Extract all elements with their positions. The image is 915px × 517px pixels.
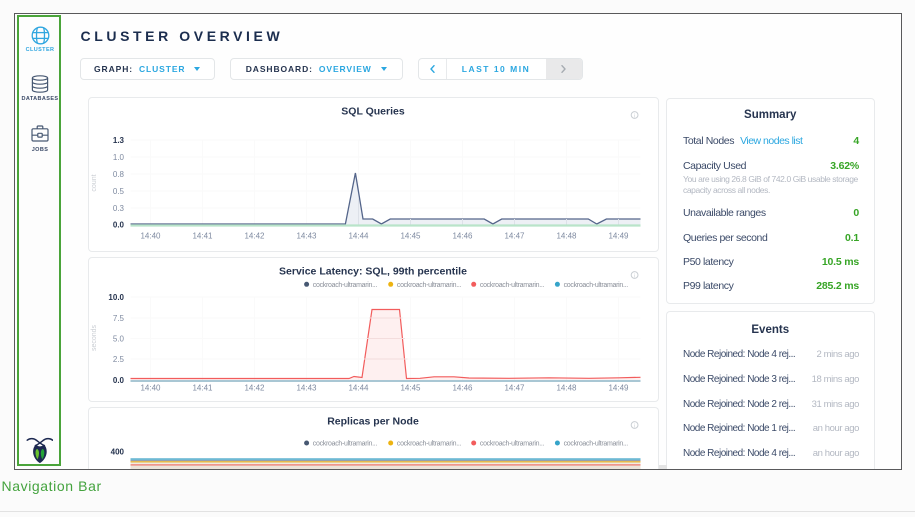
svg-text:14:45: 14:45 [400, 231, 421, 240]
svg-text:14:42: 14:42 [244, 383, 265, 392]
svg-text:14:48: 14:48 [556, 231, 577, 240]
svg-text:14:47: 14:47 [504, 383, 525, 392]
svg-text:0.0: 0.0 [112, 220, 124, 229]
svg-text:1.0: 1.0 [112, 153, 124, 162]
svg-text:0.8: 0.8 [112, 170, 124, 179]
svg-text:0.0: 0.0 [112, 376, 124, 385]
svg-text:cockroach-ultramarin...: cockroach-ultramarin... [396, 441, 461, 448]
svg-text:cockroach-ultramarin...: cockroach-ultramarin... [563, 281, 628, 288]
svg-text:14:44: 14:44 [348, 383, 369, 392]
svg-text:14:49: 14:49 [608, 383, 629, 392]
svg-text:14:40: 14:40 [140, 231, 161, 240]
svg-text:2.5: 2.5 [112, 355, 124, 364]
svg-text:14:48: 14:48 [556, 383, 577, 392]
svg-text:cockroach-ultramarin...: cockroach-ultramarin... [312, 281, 377, 288]
svg-text:Service Latency: SQL, 99th per: Service Latency: SQL, 99th percentile [279, 265, 467, 277]
svg-text:i: i [633, 424, 634, 430]
svg-text:14:41: 14:41 [192, 383, 213, 392]
svg-text:14:46: 14:46 [452, 383, 473, 392]
svg-text:Replicas per Node: Replicas per Node [327, 416, 419, 428]
svg-text:5.0: 5.0 [112, 334, 124, 343]
svg-text:count: count [91, 174, 98, 191]
svg-text:i: i [633, 113, 634, 119]
svg-text:14:47: 14:47 [504, 231, 525, 240]
svg-text:14:42: 14:42 [244, 231, 265, 240]
svg-text:i: i [633, 273, 634, 279]
svg-text:7.5: 7.5 [112, 314, 124, 323]
svg-text:14:43: 14:43 [296, 383, 317, 392]
svg-text:400: 400 [110, 448, 124, 457]
svg-text:cockroach-ultramarin...: cockroach-ultramarin... [563, 441, 628, 448]
svg-text:SQL Queries: SQL Queries [341, 105, 405, 117]
svg-text:14:40: 14:40 [140, 383, 161, 392]
svg-text:14:45: 14:45 [400, 383, 421, 392]
svg-text:14:46: 14:46 [452, 231, 473, 240]
svg-text:14:43: 14:43 [296, 231, 317, 240]
svg-text:10.0: 10.0 [108, 293, 124, 302]
svg-text:0.5: 0.5 [112, 187, 124, 196]
svg-text:seconds: seconds [91, 324, 98, 351]
svg-text:cockroach-ultramarin...: cockroach-ultramarin... [479, 281, 544, 288]
svg-text:14:44: 14:44 [348, 231, 369, 240]
svg-text:14:41: 14:41 [192, 231, 213, 240]
svg-text:cockroach-ultramarin...: cockroach-ultramarin... [479, 441, 544, 448]
svg-text:cockroach-ultramarin...: cockroach-ultramarin... [312, 441, 377, 448]
svg-text:14:49: 14:49 [608, 231, 629, 240]
svg-text:0.3: 0.3 [112, 204, 124, 213]
svg-text:cockroach-ultramarin...: cockroach-ultramarin... [396, 281, 461, 288]
svg-text:1.3: 1.3 [112, 136, 124, 145]
